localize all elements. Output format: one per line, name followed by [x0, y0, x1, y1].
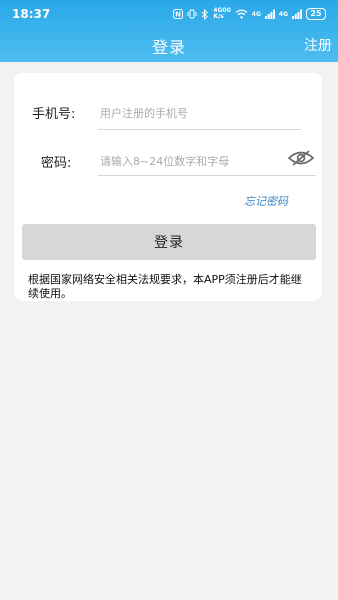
phone-underline — [98, 129, 301, 130]
password-underline — [98, 175, 316, 176]
header-bar: 18:37 N 4G00 K/s 4G 4G 25 登录 注册 — [0, 0, 338, 62]
wifi-icon — [235, 9, 248, 19]
nfc-icon: N — [173, 9, 184, 19]
registration-notice: 根据国家网络安全相关法规要求，本APP须注册后才能继续使用。 — [28, 273, 302, 300]
phone-label: 手机号: — [32, 107, 76, 122]
bluetooth-icon — [201, 8, 209, 20]
status-icons: N 4G00 K/s 4G 4G 25 — [173, 8, 326, 20]
signal-1-icon — [264, 9, 275, 19]
login-button-label: 登录 — [154, 235, 184, 251]
password-input[interactable]: 请输入8~24位数字和字母 — [100, 153, 229, 169]
phone-input[interactable]: 用户注册的手机号 — [100, 105, 188, 121]
status-time: 18:37 — [12, 7, 51, 21]
status-bar: 18:37 N 4G00 K/s 4G 4G 25 — [0, 0, 338, 28]
vibrate-icon — [187, 9, 197, 19]
svg-text:N: N — [175, 11, 181, 19]
signal-2-icon — [292, 9, 302, 19]
network-speed: 4G00 K/s — [213, 7, 231, 20]
register-button[interactable]: 注册 — [304, 35, 332, 55]
signal-1-label: 4G — [251, 10, 261, 18]
page-title: 登录 — [151, 38, 186, 57]
login-button[interactable]: 登录 — [22, 224, 316, 260]
signal-2-label: 4G — [278, 10, 288, 18]
password-label: 密码: — [41, 156, 72, 171]
login-card: 手机号: 用户注册的手机号 密码: 请输入8~24位数字和字母 忘记密码 登录 … — [14, 73, 322, 301]
battery-icon: 25 — [306, 8, 326, 20]
eye-off-icon[interactable] — [288, 149, 314, 167]
forgot-password-link[interactable]: 忘记密码 — [244, 193, 288, 209]
battery-level: 25 — [310, 9, 322, 18]
